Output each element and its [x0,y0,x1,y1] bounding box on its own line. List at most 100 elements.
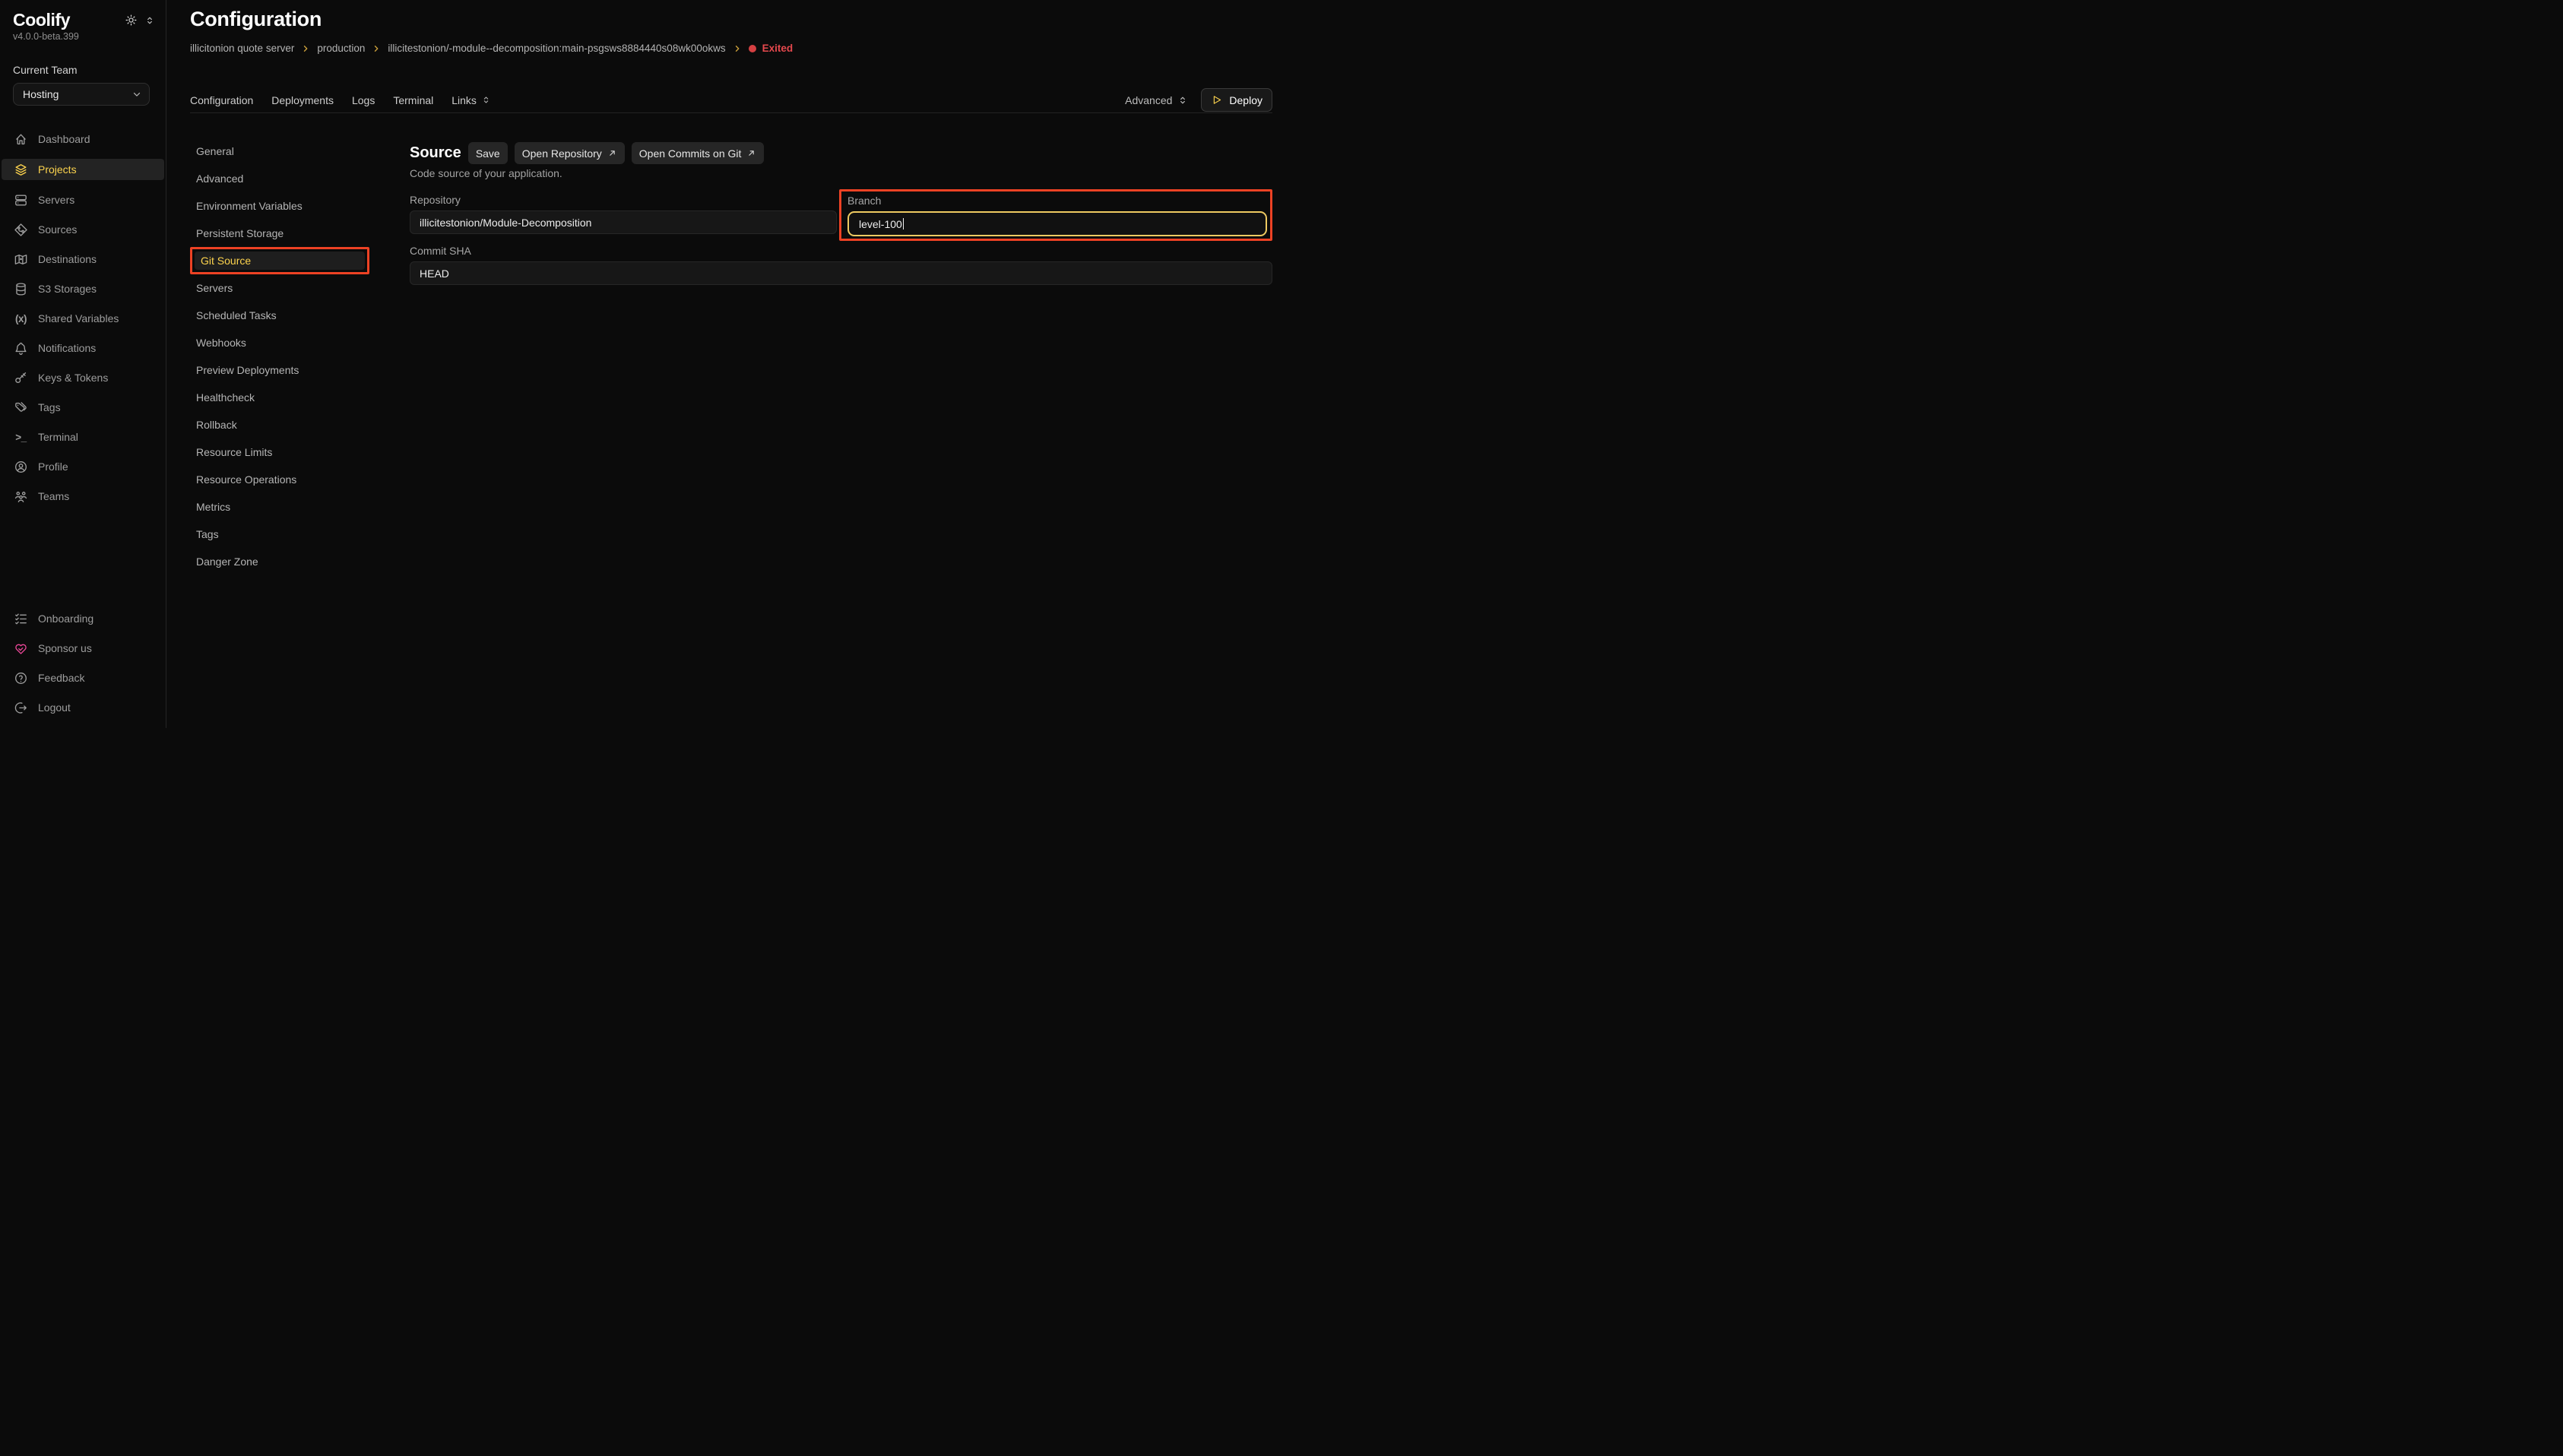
logout-icon [14,701,28,715]
open-commits-button[interactable]: Open Commits on Git [632,142,765,164]
subnav-item-metrics[interactable]: Metrics [190,498,369,516]
sidebar-collapse-chevrons-icon[interactable] [144,15,155,28]
deploy-button-label: Deploy [1229,94,1262,106]
page-title: Configuration [190,8,1272,31]
sidebar-item-label: Feedback [38,672,84,684]
subnav-item-general[interactable]: General [190,142,369,160]
git-source-icon [14,223,28,237]
team-select-value: Hosting [23,88,59,100]
sidebar-item-profile[interactable]: Profile [2,457,164,476]
branch-annotation-box: Branch level-100 [839,189,1272,241]
sidebar-item-onboarding[interactable]: Onboarding [2,609,164,628]
tab-terminal[interactable]: Terminal [393,94,433,106]
heart-hands-icon [14,641,28,656]
sidebar-item-label: Keys & Tokens [38,372,108,384]
branch-input-value: level-100 [859,218,902,230]
status-dot [749,45,756,52]
deploy-button[interactable]: Deploy [1201,88,1272,112]
save-button[interactable]: Save [468,142,508,164]
sidebar-item-sponsor-us[interactable]: Sponsor us [2,638,164,658]
sidebar-item-projects[interactable]: Projects [2,159,164,180]
breadcrumb-item[interactable]: illicitonion quote server [190,43,294,54]
subnav-item-danger-zone[interactable]: Danger Zone [190,552,369,571]
tab-configuration[interactable]: Configuration [190,94,253,106]
database-icon [14,282,28,296]
sidebar-item-shared-variables[interactable]: (x)Shared Variables [2,309,164,328]
sidebar-item-label: Projects [38,163,77,176]
checklist-icon [14,612,28,626]
teams-icon [14,489,28,504]
git-source-annotation-box: Git Source [190,247,369,274]
tab-bar: Configuration Deployments Logs Terminal Link… [190,88,1272,112]
chevron-right-icon [372,44,381,53]
subnav-item-advanced[interactable]: Advanced [190,169,369,188]
subnav-item-resource-operations[interactable]: Resource Operations [190,470,369,489]
sidebar-item-label: Servers [38,194,74,206]
sidebar-item-tags[interactable]: Tags [2,397,164,417]
subnav-item-tags[interactable]: Tags [190,525,369,543]
repository-label: Repository [410,194,837,206]
open-repository-label: Open Repository [522,147,602,160]
branch-input[interactable]: level-100 [847,211,1267,236]
advanced-menu-button[interactable]: Advanced [1125,94,1188,106]
source-description: Code source of your application. [410,167,1272,179]
sidebar-item-logout[interactable]: Logout [2,698,164,717]
tags-icon [14,400,28,415]
branch-label: Branch [847,195,1267,207]
team-select[interactable]: Hosting [13,83,150,106]
chevron-right-icon [301,44,310,53]
sidebar-item-servers[interactable]: Servers [2,190,164,210]
commit-sha-label: Commit SHA [410,245,1272,257]
theme-toggle-sun-icon[interactable] [125,14,138,29]
subnav-item-webhooks[interactable]: Webhooks [190,334,369,352]
sidebar-item-feedback[interactable]: Feedback [2,668,164,688]
map-icon [14,252,28,267]
help-icon [14,671,28,685]
tab-logs[interactable]: Logs [352,94,375,106]
subnav-item-healthcheck[interactable]: Healthcheck [190,388,369,407]
sidebar-item-label: Profile [38,461,68,473]
sidebar-item-label: Dashboard [38,133,90,145]
subnav-item-servers[interactable]: Servers [190,279,369,297]
breadcrumb-item[interactable]: illicitestonion/-module--decomposition:m… [388,43,725,54]
sidebar-item-label: Notifications [38,342,96,354]
subnav-item-scheduled-tasks[interactable]: Scheduled Tasks [190,306,369,324]
sidebar-item-destinations[interactable]: Destinations [2,249,164,269]
sidebar-item-label: Teams [38,490,69,502]
sidebar-item-label: Terminal [38,431,78,443]
breadcrumb-item[interactable]: production [317,43,365,54]
tab-links[interactable]: Links [451,94,491,106]
sidebar-item-label: Sources [38,223,77,236]
subnav-item-environment-variables[interactable]: Environment Variables [190,197,369,215]
sidebar-item-label: S3 Storages [38,283,97,295]
sidebar-item-sources[interactable]: Sources [2,220,164,239]
sidebar-item-s3-storages[interactable]: S3 Storages [2,279,164,299]
brand-row: Coolify [0,0,166,30]
play-icon [1211,94,1222,106]
commit-sha-input[interactable]: HEAD [410,261,1272,285]
sidebar-item-terminal[interactable]: >_ Terminal [2,427,164,447]
subnav-item-rollback[interactable]: Rollback [190,416,369,434]
chevrons-updown-icon [1177,95,1188,106]
subnav-item-resource-limits[interactable]: Resource Limits [190,443,369,461]
open-commits-label: Open Commits on Git [639,147,742,160]
sidebar-item-dashboard[interactable]: Dashboard [2,129,164,149]
terminal-icon: >_ [14,432,28,443]
repository-input[interactable]: illicitestonion/Module-Decomposition [410,210,837,234]
sidebar-item-notifications[interactable]: Notifications [2,338,164,358]
tab-deployments[interactable]: Deployments [271,94,334,106]
open-repository-button[interactable]: Open Repository [515,142,625,164]
app-window: Coolify v4.0.0-beta.399 Current Team Hos… [0,0,1282,728]
sidebar-item-keys-tokens[interactable]: Keys & Tokens [2,368,164,388]
chevron-down-icon [131,89,142,100]
variables-icon: (x) [14,313,28,324]
subnav-item-persistent-storage[interactable]: Persistent Storage [190,224,369,242]
subnav-item-git-source[interactable]: Git Source [195,252,365,270]
sidebar-item-label: Sponsor us [38,642,92,654]
sidebar-item-teams[interactable]: Teams [2,486,164,506]
source-heading: Source [410,144,461,162]
sidebar-item-label: Logout [38,701,71,714]
server-icon [14,193,28,207]
chevrons-updown-icon [481,95,491,105]
subnav-item-preview-deployments[interactable]: Preview Deployments [190,361,369,379]
